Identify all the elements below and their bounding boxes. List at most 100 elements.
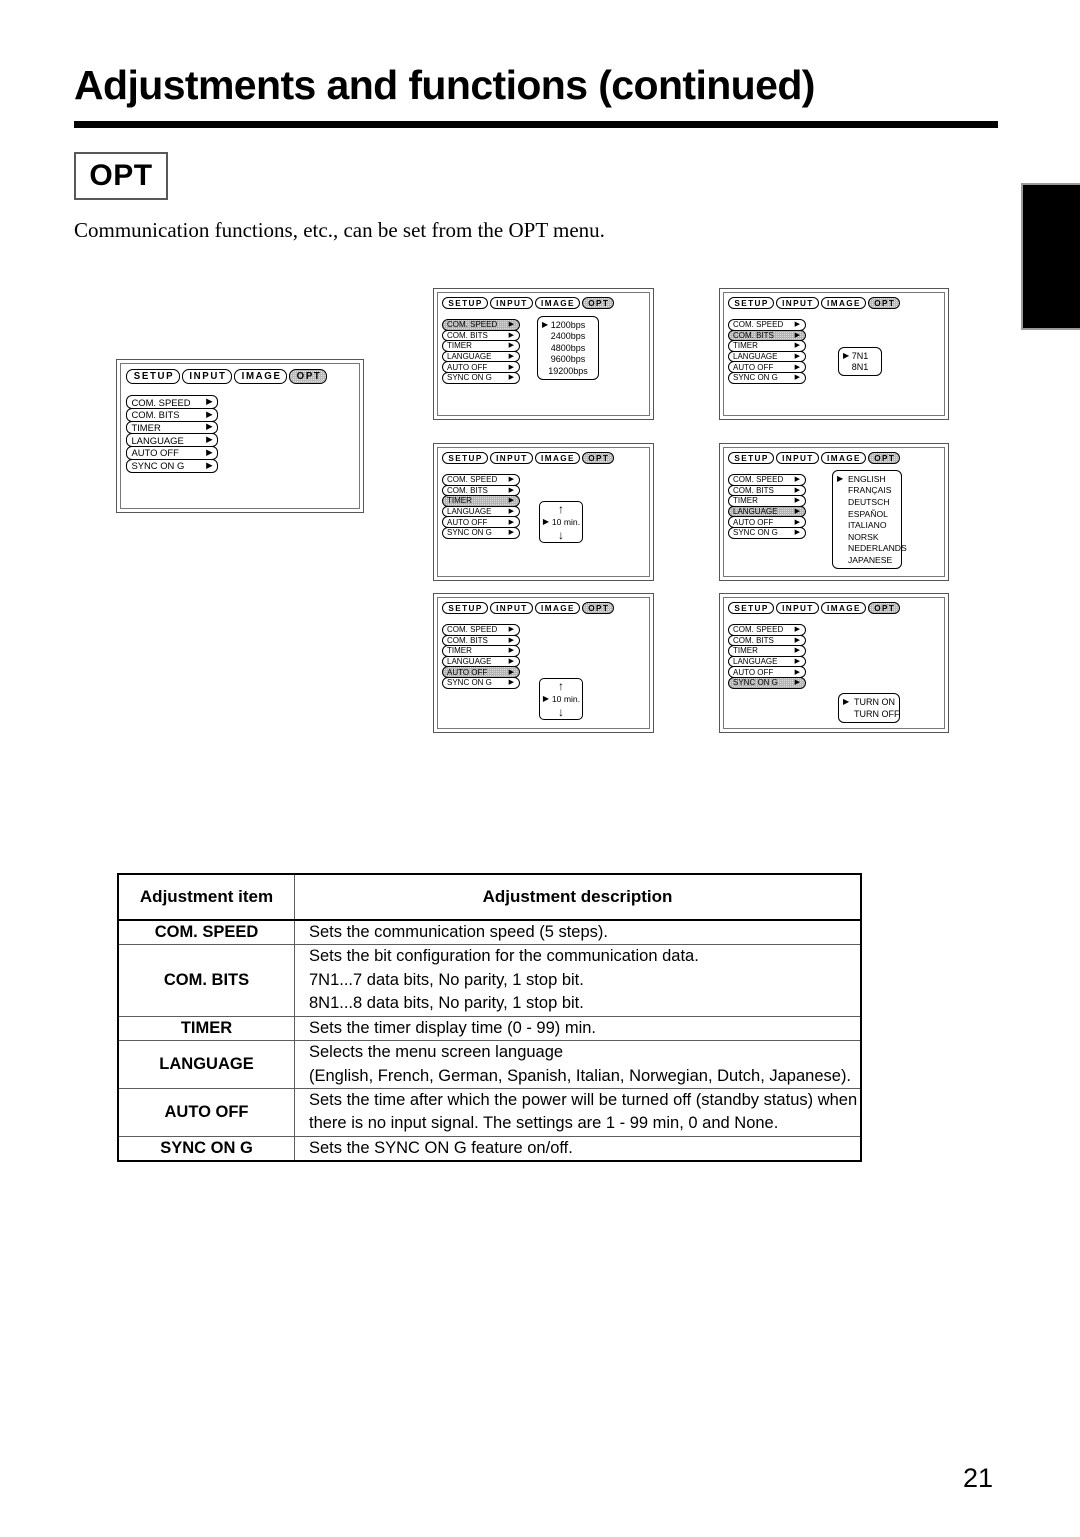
osd-menu-item-auto-off[interactable]: AUTO OFF ▶ <box>126 446 219 460</box>
table-row: TIMER Sets the timer display time (0 - 99… <box>117 1015 862 1042</box>
osd-tab-setup[interactable]: SETUP <box>728 297 774 309</box>
table-cell-description: Sets the SYNC ON G feature on/off. <box>294 1135 862 1163</box>
osd-tab-opt[interactable]: OPT <box>581 297 615 309</box>
osd-value-option[interactable]: 1200bps <box>538 319 598 331</box>
osd-tab-opt[interactable]: OPT <box>289 369 328 384</box>
osd-menu-item-label: LANGUAGE <box>733 507 778 517</box>
osd-tab-opt[interactable]: OPT <box>581 602 615 614</box>
chevron-right-icon: ▶ <box>508 679 514 687</box>
osd-value-option[interactable]: NORSK <box>833 531 901 543</box>
osd-menu-item-sync-on-g[interactable]: SYNC ON G ▶ <box>728 676 806 689</box>
osd-menu-item-label: TIMER <box>447 341 472 351</box>
osd-menu-item-sync-on-g[interactable]: SYNC ON G ▶ <box>728 371 806 384</box>
osd-tab-opt[interactable]: OPT <box>581 452 615 464</box>
osd-tab-opt[interactable]: OPT <box>867 297 901 309</box>
osd-tab-image[interactable]: IMAGE <box>534 297 580 309</box>
osd-menu-item-sync-on-g[interactable]: SYNC ON G ▶ <box>126 458 219 473</box>
osd-tab-input[interactable]: INPUT <box>775 602 819 614</box>
osd-value-list: 1200bps2400bps4800bps9600bps19200bps <box>537 316 599 380</box>
osd-tab-image[interactable]: IMAGE <box>534 602 580 614</box>
chevron-right-icon: ▶ <box>794 626 800 634</box>
osd-tab-input[interactable]: INPUT <box>489 602 533 614</box>
osd-tab-setup[interactable]: SETUP <box>442 297 488 309</box>
osd-menu-list: COM. SPEED ▶ COM. BITS ▶ TIMER ▶ LANGUAGE ▶ AUTO… <box>442 624 520 689</box>
osd-tab-image[interactable]: IMAGE <box>820 602 866 614</box>
table-cell-description: Sets the bit configuration for the commu… <box>294 944 862 1017</box>
arrow-up-icon[interactable]: ↑ <box>558 503 564 515</box>
chevron-right-icon: ▶ <box>206 409 213 419</box>
osd-menu-item-sync-on-g[interactable]: SYNC ON G ▶ <box>442 526 520 539</box>
osd-tab-input[interactable]: INPUT <box>489 297 533 309</box>
osd-menu-item-label: TIMER <box>447 646 472 656</box>
osd-tab-opt[interactable]: OPT <box>867 452 901 464</box>
osd-menu-item-com-speed[interactable]: COM. SPEED ▶ <box>728 319 806 331</box>
table-cell-description: Sets the timer display time (0 - 99) min… <box>294 1015 862 1042</box>
osd-value-option[interactable]: TURN OFF <box>839 708 900 720</box>
arrow-down-icon[interactable]: ↓ <box>558 706 564 718</box>
osd-menu-item-label: TIMER <box>733 496 758 506</box>
chevron-right-icon: ▶ <box>206 422 213 432</box>
osd-screen-com-speed-menu: SETUP INPUT IMAGE OPT COM. SPEED ▶ COM. BITS ▶ T… <box>433 288 654 420</box>
osd-value-option[interactable]: ENGLISH <box>833 473 901 485</box>
description-line: Sets the SYNC ON G feature on/off. <box>309 1138 573 1157</box>
osd-value-option[interactable]: ESPAÑOL <box>833 508 901 520</box>
chevron-right-icon: ▶ <box>508 321 514 329</box>
osd-tab-input[interactable]: INPUT <box>775 297 819 309</box>
osd-value-option[interactable]: 19200bps <box>538 365 598 377</box>
osd-menu-item-language[interactable]: LANGUAGE ▶ <box>126 433 219 448</box>
osd-menu-item-label: LANGUAGE <box>447 507 492 517</box>
osd-menu-item-com-speed[interactable]: COM. SPEED ▶ <box>728 624 806 636</box>
osd-value-option[interactable]: 4800bps <box>538 342 598 354</box>
osd-tab-setup[interactable]: SETUP <box>728 452 774 464</box>
table-cell-description: Selects the menu screen language (English… <box>294 1040 862 1089</box>
osd-menu-item-timer[interactable]: TIMER ▶ <box>126 420 219 435</box>
osd-menu-item-com-speed[interactable]: COM. SPEED ▶ <box>442 474 520 486</box>
osd-tab-image[interactable]: IMAGE <box>534 452 580 464</box>
chevron-right-icon: ▶ <box>508 486 514 494</box>
osd-tab-image[interactable]: IMAGE <box>820 297 866 309</box>
osd-stepper[interactable]: ↑ 10 min. ↓ <box>539 678 583 720</box>
osd-menu-item-sync-on-g[interactable]: SYNC ON G ▶ <box>442 676 520 689</box>
table-row: LANGUAGE Selects the menu screen language… <box>117 1040 862 1089</box>
osd-value-list: 7N18N1 <box>838 347 882 376</box>
osd-menu-item-sync-on-g[interactable]: SYNC ON G ▶ <box>728 526 806 539</box>
osd-value-option[interactable]: NEDERLANDS <box>833 543 907 555</box>
osd-value-option[interactable]: TURN ON <box>839 696 899 708</box>
osd-value-option[interactable]: FRANÇAIS <box>833 485 901 497</box>
osd-menu-item-label: LANGUAGE <box>733 352 778 362</box>
osd-menu-item-label: LANGUAGE <box>447 657 492 667</box>
osd-value-option[interactable]: ITALIANO <box>833 519 901 531</box>
osd-tab-opt[interactable]: OPT <box>867 602 901 614</box>
chevron-right-icon: ▶ <box>794 353 800 361</box>
osd-menu-item-com-bits[interactable]: COM. BITS ▶ <box>126 408 219 422</box>
osd-tab-setup[interactable]: SETUP <box>126 369 180 384</box>
osd-screen-language-menu: SETUP INPUT IMAGE OPT COM. SPEED ▶ COM. BITS ▶ T… <box>719 443 949 581</box>
osd-tab-input[interactable]: INPUT <box>489 452 533 464</box>
osd-tab-input[interactable]: INPUT <box>775 452 819 464</box>
osd-menu-item-com-speed[interactable]: COM. SPEED ▶ <box>442 319 520 331</box>
osd-tab-input[interactable]: INPUT <box>181 369 233 384</box>
osd-tab-setup[interactable]: SETUP <box>442 602 488 614</box>
osd-menu-item-com-speed[interactable]: COM. SPEED ▶ <box>728 474 806 486</box>
osd-value-option[interactable]: 7N1 <box>839 350 881 362</box>
osd-menu-item-label: COM. BITS <box>733 485 774 495</box>
osd-tab-setup[interactable]: SETUP <box>728 602 774 614</box>
chevron-right-icon: ▶ <box>508 497 514 505</box>
osd-menu-item-com-speed[interactable]: COM. SPEED ▶ <box>126 395 219 410</box>
osd-value-option[interactable]: 9600bps <box>538 354 598 366</box>
osd-tab-image[interactable]: IMAGE <box>820 452 866 464</box>
osd-tab-bar: SETUP INPUT IMAGE OPT <box>442 452 615 464</box>
osd-screen-opt-main-menu: SETUP INPUT IMAGE OPT COM. SPEED ▶ COM. BITS ▶ T… <box>116 359 364 513</box>
description-line: Sets the bit configuration for the commu… <box>309 947 699 966</box>
osd-menu-item-sync-on-g[interactable]: SYNC ON G ▶ <box>442 371 520 384</box>
osd-menu-item-com-speed[interactable]: COM. SPEED ▶ <box>442 624 520 636</box>
osd-value-option[interactable]: 2400bps <box>538 331 598 343</box>
osd-tab-setup[interactable]: SETUP <box>442 452 488 464</box>
arrow-down-icon[interactable]: ↓ <box>558 529 564 541</box>
osd-value-option[interactable]: DEUTSCH <box>833 496 901 508</box>
osd-value-option[interactable]: JAPANESE <box>833 554 901 566</box>
osd-value-option[interactable]: 8N1 <box>839 362 881 374</box>
arrow-up-icon[interactable]: ↑ <box>558 680 564 692</box>
osd-tab-image[interactable]: IMAGE <box>234 369 288 384</box>
osd-stepper[interactable]: ↑ 10 min. ↓ <box>539 501 583 543</box>
